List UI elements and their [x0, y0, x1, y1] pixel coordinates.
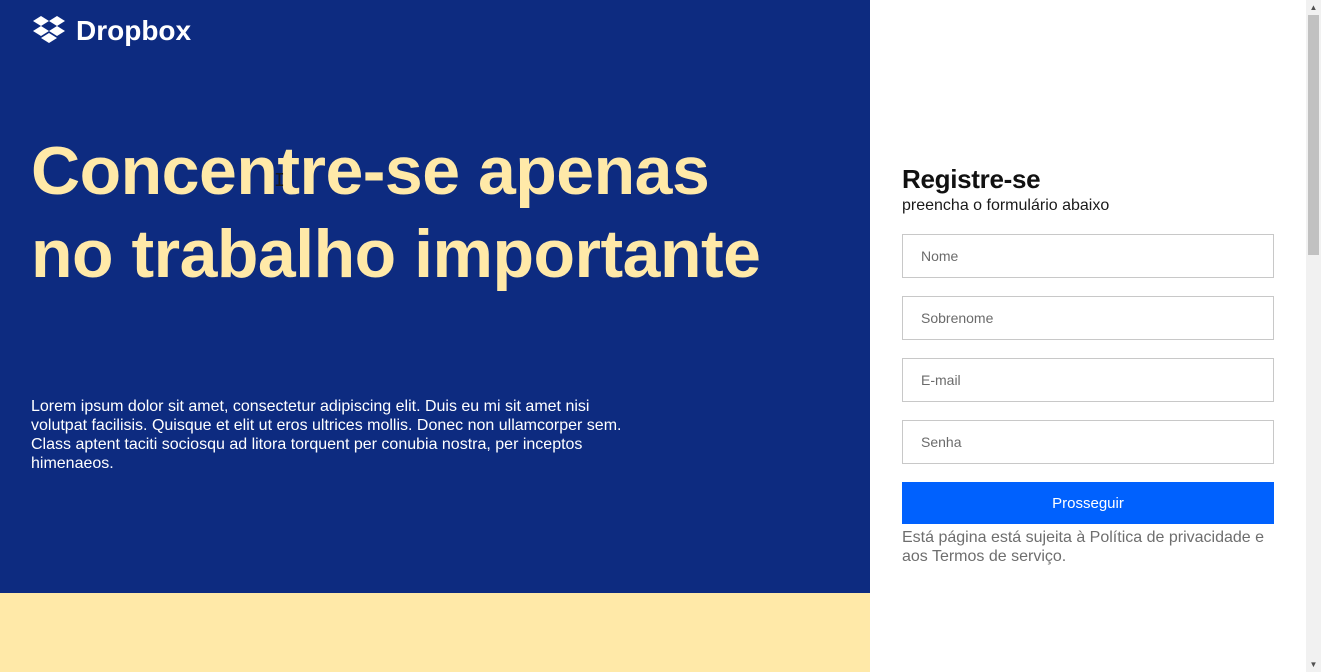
first-name-input[interactable]: [902, 234, 1274, 278]
scroll-down-arrow-icon[interactable]: ▼: [1306, 657, 1321, 672]
hero-panel: Dropbox Concentre-se apenas no trabalho …: [0, 0, 870, 593]
hero-body: Lorem ipsum dolor sit amet, consectetur …: [31, 398, 622, 472]
dropbox-logo-icon: [32, 16, 66, 46]
continue-button[interactable]: Prosseguir: [902, 482, 1274, 524]
scrollbar-thumb[interactable]: [1308, 15, 1319, 255]
text-cursor-icon: I: [274, 170, 285, 191]
brand-logo[interactable]: Dropbox: [32, 14, 191, 48]
hero-headline: Concentre-se apenas no trabalho importan…: [31, 133, 761, 292]
last-name-input[interactable]: [902, 296, 1274, 340]
scroll-up-arrow-icon[interactable]: ▲: [1306, 0, 1321, 15]
terms-notice: Está página está sujeita à Política de p…: [902, 529, 1265, 565]
form-title: Registre-se: [902, 164, 1041, 194]
email-input[interactable]: [902, 358, 1274, 402]
page-scrollbar[interactable]: ▲ ▼: [1306, 0, 1321, 672]
brand-name: Dropbox: [76, 15, 192, 46]
password-input[interactable]: [902, 420, 1274, 464]
form-subtitle: preencha o formulário abaixo: [902, 197, 1110, 214]
hero-bottom-band: [0, 593, 870, 672]
